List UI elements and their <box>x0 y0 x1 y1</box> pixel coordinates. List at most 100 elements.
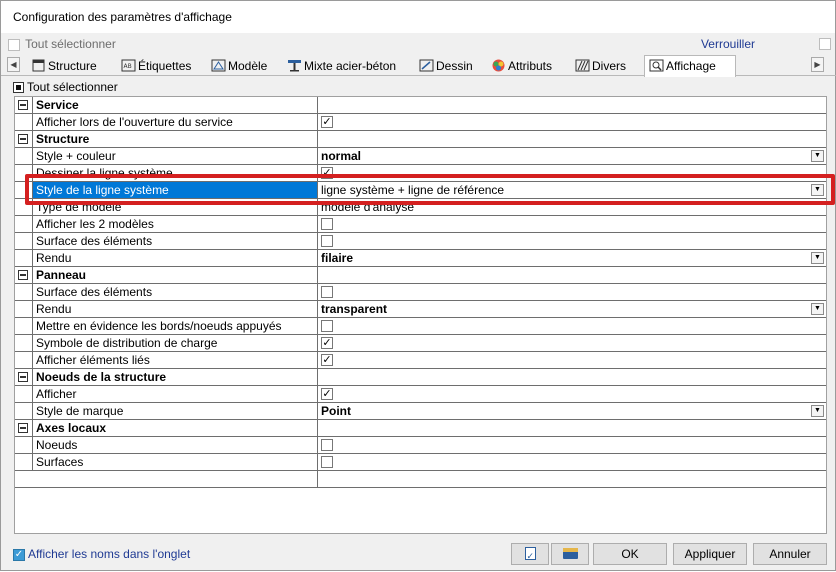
property-value-cell <box>317 369 826 385</box>
select-all-checkbox[interactable] <box>8 38 20 51</box>
tab-attributes[interactable]: Attributs <box>491 56 552 76</box>
property-label: Afficher les 2 modèles <box>32 216 317 232</box>
ok-button[interactable]: OK <box>593 543 667 565</box>
tab-label: Modèle <box>228 59 268 73</box>
collapse-icon[interactable] <box>18 100 28 110</box>
group-row[interactable]: Noeuds de la structure <box>15 369 826 386</box>
property-row[interactable]: Rendu transparent ▼ <box>15 301 826 318</box>
property-row[interactable]: Surfaces <box>15 454 826 471</box>
property-checkbox[interactable]: ✓ <box>321 116 333 128</box>
property-value-cell[interactable]: ✓ <box>317 352 826 368</box>
property-value-cell[interactable] <box>317 233 826 249</box>
select-all-option[interactable]: Tout sélectionner <box>8 37 116 51</box>
grid-select-all-label: Tout sélectionner <box>27 80 118 94</box>
cancel-button[interactable]: Annuler <box>753 543 827 565</box>
property-row[interactable]: Afficher ✓ <box>15 386 826 403</box>
group-row[interactable]: Service <box>15 97 826 114</box>
save-defaults-button[interactable] <box>511 543 549 566</box>
property-row[interactable]: Surface des éléments <box>15 284 826 301</box>
grid-select-all[interactable]: Tout sélectionner <box>13 80 118 96</box>
property-value-cell[interactable]: filaire ▼ <box>317 250 826 266</box>
tab-labels[interactable]: AB Étiquettes <box>121 56 191 76</box>
lock-checkbox[interactable] <box>819 38 831 50</box>
tab-scroll-left-icon[interactable]: ◀ <box>7 57 20 72</box>
dropdown-arrow-icon[interactable]: ▼ <box>811 303 824 315</box>
tab-drawing[interactable]: Dessin <box>419 56 473 76</box>
property-value-cell[interactable]: normal ▼ <box>317 148 826 164</box>
property-row[interactable]: Dessiner la ligne système ✓ <box>15 165 826 182</box>
property-row[interactable]: Afficher les 2 modèles <box>15 216 826 233</box>
tab-model[interactable]: Modèle <box>211 56 267 76</box>
group-label: Structure <box>32 131 317 147</box>
dialog-footer: ✓Afficher les noms dans l'onglet OK Appl… <box>1 539 836 572</box>
property-value-cell[interactable]: ✓ <box>317 165 826 181</box>
collapse-icon[interactable] <box>18 134 28 144</box>
attributes-icon <box>491 59 506 72</box>
property-checkbox[interactable]: ✓ <box>321 388 333 400</box>
tab-display[interactable]: Affichage <box>644 55 736 77</box>
property-value-cell[interactable]: ✓ <box>317 386 826 402</box>
property-dropdown-value: Point <box>321 404 351 418</box>
property-checkbox[interactable]: ✓ <box>321 167 333 179</box>
apply-button[interactable]: Appliquer <box>673 543 747 565</box>
dropdown-arrow-icon[interactable]: ▼ <box>811 184 824 196</box>
property-row[interactable]: Mettre en évidence les bords/noeuds appu… <box>15 318 826 335</box>
dropdown-arrow-icon[interactable]: ▼ <box>811 150 824 162</box>
property-label: Afficher lors de l'ouverture du service <box>32 114 317 130</box>
property-row[interactable]: Afficher éléments liés ✓ <box>15 352 826 369</box>
tab-composite[interactable]: Mixte acier-béton <box>287 56 396 76</box>
load-defaults-button[interactable] <box>551 543 589 565</box>
property-checkbox[interactable] <box>321 439 333 451</box>
property-row[interactable]: Type de modèle modèle d'analyse <box>15 199 826 216</box>
group-row[interactable]: Panneau <box>15 267 826 284</box>
display-icon <box>649 59 664 72</box>
property-value-cell[interactable] <box>317 437 826 453</box>
group-row[interactable]: Structure <box>15 131 826 148</box>
property-value-cell[interactable] <box>317 454 826 470</box>
property-label: Surface des éléments <box>32 233 317 249</box>
property-value-cell[interactable] <box>317 318 826 334</box>
property-value-cell[interactable] <box>317 284 826 300</box>
document-check-icon <box>524 546 536 566</box>
property-value-cell <box>317 420 826 436</box>
collapse-icon[interactable] <box>18 372 28 382</box>
collapse-icon[interactable] <box>18 270 28 280</box>
property-checkbox[interactable] <box>321 235 333 247</box>
property-checkbox[interactable]: ✓ <box>321 337 333 349</box>
dropdown-arrow-icon[interactable]: ▼ <box>811 252 824 264</box>
property-row[interactable]: Style de la ligne système ligne système +… <box>15 182 826 199</box>
lock-label: Verrouiller <box>700 37 755 51</box>
property-value-cell[interactable]: ✓ <box>317 114 826 130</box>
property-row[interactable]: Afficher lors de l'ouverture du service ✓ <box>15 114 826 131</box>
property-row[interactable]: Style de marque Point ▼ <box>15 403 826 420</box>
property-row[interactable]: Surface des éléments <box>15 233 826 250</box>
tab-misc[interactable]: Divers <box>575 56 626 76</box>
show-names-option[interactable]: ✓ Afficher les noms dans l'onglet <box>13 547 190 561</box>
group-label: Panneau <box>32 267 317 283</box>
property-checkbox[interactable] <box>321 320 333 332</box>
grid-select-all-checkbox[interactable] <box>13 82 24 94</box>
property-value-cell[interactable] <box>317 216 826 232</box>
property-value-cell[interactable]: transparent ▼ <box>317 301 826 317</box>
model-icon <box>211 59 226 72</box>
property-checkbox[interactable] <box>321 218 333 230</box>
property-value-cell[interactable]: Point ▼ <box>317 403 826 419</box>
property-checkbox[interactable] <box>321 286 333 298</box>
property-dropdown-value: ligne système + ligne de référence <box>321 183 505 197</box>
property-row[interactable]: Rendu filaire ▼ <box>15 250 826 267</box>
property-row[interactable]: Style + couleur normal ▼ <box>15 148 826 165</box>
property-row[interactable]: Noeuds <box>15 437 826 454</box>
tab-structure[interactable]: Structure <box>31 56 97 76</box>
property-value-cell[interactable]: ✓ <box>317 335 826 351</box>
property-checkbox[interactable]: ✓ <box>321 354 333 366</box>
property-value-cell[interactable]: modèle d'analyse <box>317 199 826 215</box>
property-value-cell[interactable]: ligne système + ligne de référence ▼ <box>317 182 826 198</box>
property-row[interactable]: Symbole de distribution de charge ✓ <box>15 335 826 352</box>
tab-label: Étiquettes <box>138 59 192 73</box>
dropdown-arrow-icon[interactable]: ▼ <box>811 405 824 417</box>
collapse-icon[interactable] <box>18 423 28 433</box>
tab-scroll-right-icon[interactable]: ▶ <box>811 57 824 72</box>
property-checkbox[interactable] <box>321 456 333 468</box>
show-names-checkbox[interactable]: ✓ <box>13 548 25 561</box>
group-row[interactable]: Axes locaux <box>15 420 826 437</box>
